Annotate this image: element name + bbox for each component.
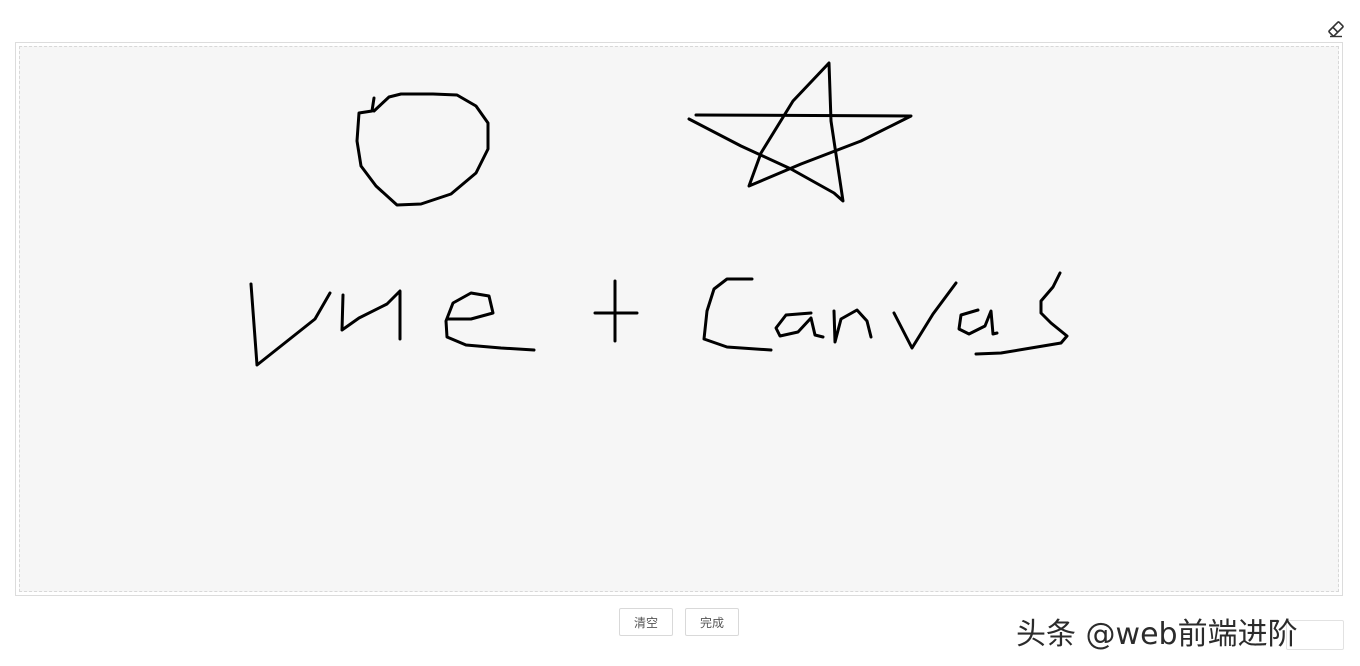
done-button[interactable]: 完成 [685, 608, 739, 636]
stroke-letter-a [774, 311, 825, 339]
stroke-letter-a2 [957, 308, 999, 336]
clear-button[interactable]: 清空 [619, 608, 673, 636]
stroke-circle [355, 92, 490, 207]
stroke-letter-v [249, 282, 332, 367]
drawing-canvas[interactable] [15, 42, 1343, 596]
stroke-letter-u [340, 289, 402, 341]
handwriting-strokes [249, 61, 1069, 367]
stroke-star [687, 61, 913, 203]
stroke-letter-e [444, 291, 536, 352]
stroke-letter-n [832, 308, 873, 344]
watermark: 头条 @web前端进阶 [1016, 617, 1298, 652]
signature-page: 清空 完成 头条 @web前端进阶 [0, 0, 1360, 666]
drawing-area[interactable] [19, 46, 1339, 592]
stroke-letter-c [702, 277, 773, 352]
stroke-letter-v2 [892, 281, 958, 350]
